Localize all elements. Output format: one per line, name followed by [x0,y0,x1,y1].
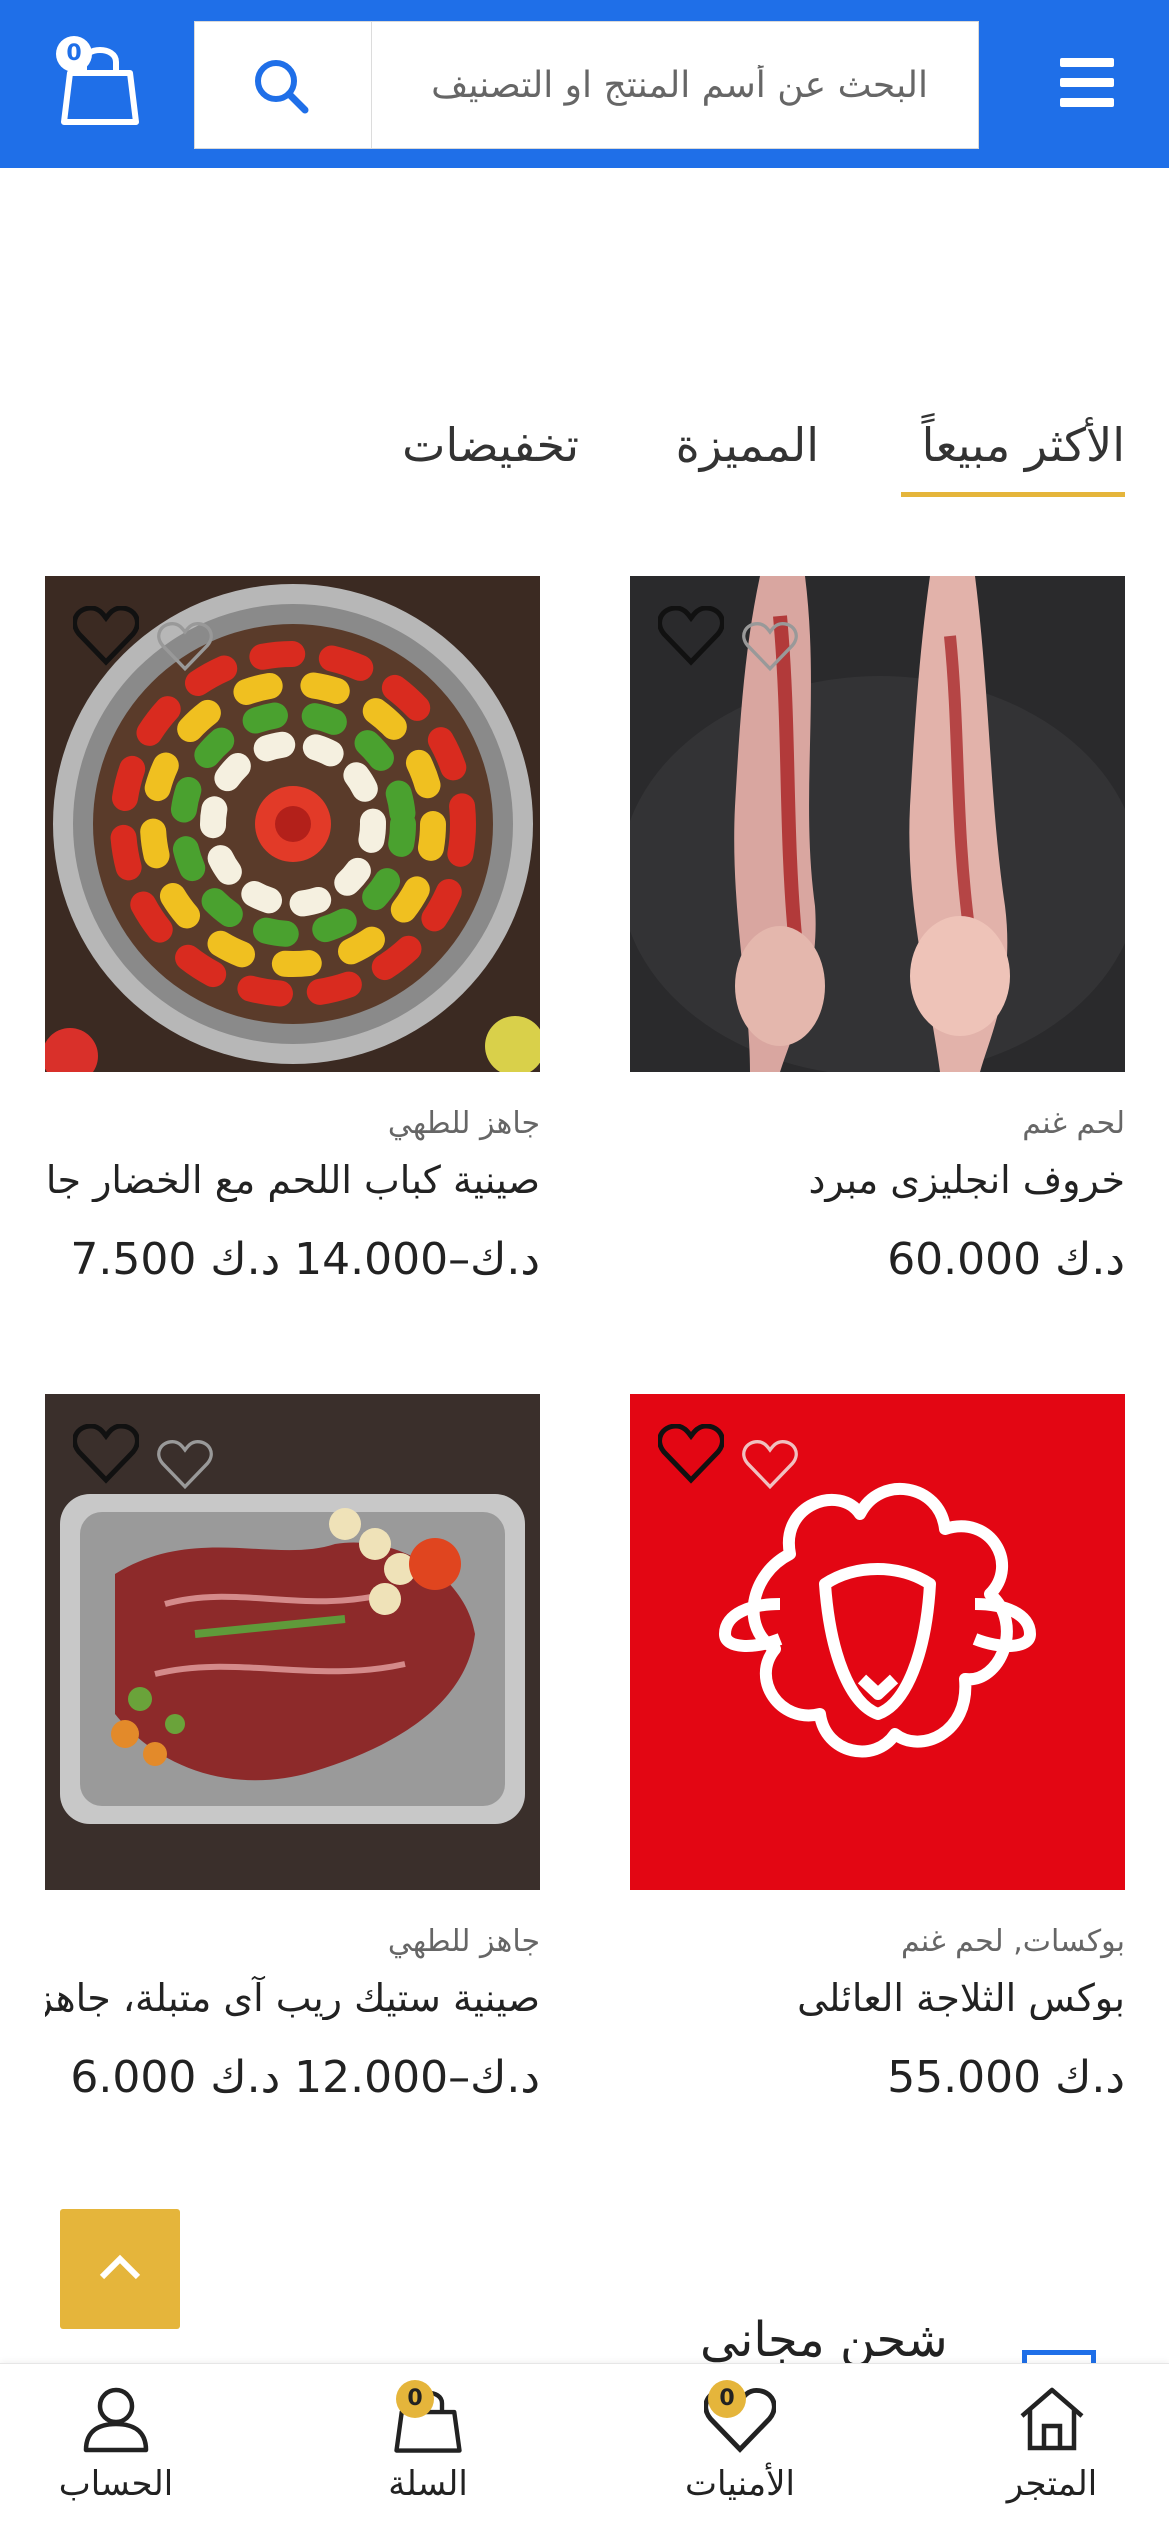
search-box [194,21,979,149]
product-name[interactable]: بوكس الثلاجة العائلى [630,1976,1125,2020]
wishlist-heart-icon[interactable] [73,606,139,666]
nav-label: الحساب [58,2464,174,2504]
nav-item-wishlist[interactable]: 0 الأمنيات [640,2364,840,2532]
product-name[interactable]: خروف انجليزى مبرد [630,1158,1126,1202]
chevron-up-icon [99,2254,141,2280]
product-price: 55.000 د.ك [887,2052,1125,2103]
heart-outline-icon[interactable] [742,622,798,672]
product-tabs: الأكثر مبيعاً المميزة تخفيضات [45,400,1125,510]
free-shipping-title: شحن مجاني [700,2312,948,2368]
product-name[interactable]: صينية ستيك ريب آى متبلة، جاهزة [45,1976,540,2020]
heart-outline-icon[interactable] [742,1440,798,1490]
tab-best-selling[interactable]: الأكثر مبيعاً [922,418,1125,472]
nav-label: السلة [388,2464,468,2504]
menu-button[interactable] [1056,58,1118,108]
nav-label: المتجر [1006,2464,1098,2504]
menu-icon-bar [1060,58,1114,67]
product-category[interactable]: لحم غنم [1022,1106,1125,1141]
user-icon [83,2387,149,2453]
product-price: 60.000 د.ك [887,1234,1125,1285]
product-price: 6.000 د.ك–12.000 د.ك [70,2052,540,2103]
wishlist-count-badge: 0 [708,2380,746,2418]
active-tab-indicator [901,492,1125,497]
search-input[interactable] [371,22,978,148]
search-button[interactable] [195,22,372,148]
wishlist-heart-icon[interactable] [658,1424,724,1484]
menu-icon-bar [1060,98,1114,107]
product-category[interactable]: جاهز للطهي [388,1106,540,1141]
tab-sale[interactable]: تخفيضات [402,418,579,472]
product-category[interactable]: جاهز للطهي [388,1924,540,1959]
nav-item-account[interactable]: الحساب [16,2364,216,2532]
product-category[interactable]: بوكسات, لحم غنم [901,1924,1125,1959]
nav-item-cart[interactable]: 0 السلة [328,2364,528,2532]
cart-count-badge: 0 [56,36,92,72]
product-image[interactable] [45,576,540,1072]
product-price: 7.500 د.ك–14.000 د.ك [70,1234,540,1285]
scroll-to-top-button[interactable] [60,2209,180,2329]
heart-outline-icon[interactable] [157,1440,213,1490]
menu-icon-bar [1060,78,1114,87]
heart-outline-icon[interactable] [157,622,213,672]
tab-featured[interactable]: المميزة [676,418,819,472]
nav-label: الأمنيات [685,2464,795,2504]
nav-item-store[interactable]: المتجر [952,2364,1152,2532]
product-image[interactable] [630,1394,1125,1890]
product-image[interactable] [45,1394,540,1890]
top-header: 0 [0,0,1169,168]
cart-count-badge: 0 [396,2380,434,2418]
search-icon [255,60,309,114]
wishlist-heart-icon[interactable] [658,606,724,666]
wishlist-heart-icon[interactable] [73,1424,139,1484]
bottom-navigation: المتجر 0 الأمنيات 0 السلة الحساب [0,2363,1169,2532]
home-icon [1020,2387,1084,2451]
product-image[interactable] [630,576,1125,1072]
header-cart-button[interactable]: 0 [52,28,142,128]
product-name[interactable]: صينية كباب اللحم مع الخضار جاهزة [45,1158,540,1202]
